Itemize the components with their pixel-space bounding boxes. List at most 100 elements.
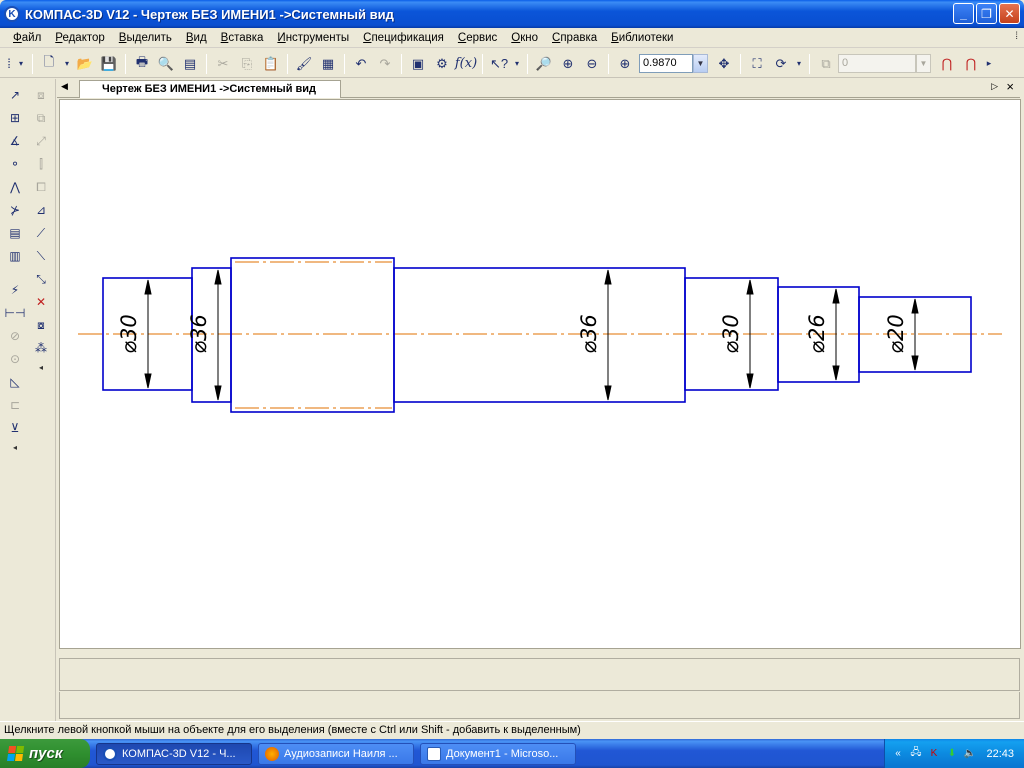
measure-panel-icon[interactable]: ⊁ [4, 200, 26, 220]
symmetry-icon[interactable]: ⫿ [30, 154, 52, 174]
drawing-canvas[interactable]: ⌀30 ⌀36 ⌀36 ⌀30 ⌀26 ⌀20 [59, 99, 1021, 649]
layer-dropdown-icon[interactable]: ▼ [916, 54, 931, 73]
toolbar-separator [401, 53, 402, 74]
close-button[interactable]: ✕ [999, 3, 1020, 24]
zoom-dropdown-icon[interactable]: ▼ [693, 54, 708, 73]
scale-icon[interactable]: ⤢ [30, 131, 52, 151]
menu-specification[interactable]: Спецификация [356, 32, 451, 44]
toolbar-separator [206, 53, 207, 74]
task-word[interactable]: Документ1 - Microso... [420, 742, 576, 765]
context-help-icon[interactable]: ↖? [488, 53, 510, 75]
volume-icon[interactable]: 🔈 [963, 747, 977, 761]
reports-panel-icon[interactable]: ⚡ [4, 280, 26, 300]
menu-file[interactable]: Файл [6, 32, 48, 44]
tray-expand-icon[interactable]: « [891, 747, 905, 761]
new-document-icon[interactable]: 🗋 [38, 53, 60, 75]
associative-views-panel-icon[interactable]: ▥ [4, 246, 26, 266]
save-icon[interactable]: 💾 [98, 53, 120, 75]
copy-icon[interactable]: ⎘ [236, 53, 258, 75]
dim-arrow-3a [604, 269, 612, 285]
snap-magnet-settings-icon[interactable]: ⋂ [960, 53, 982, 75]
snap-magnet-icon[interactable]: ⋂ [936, 53, 958, 75]
trim-two-points-icon[interactable]: ⟍ [30, 246, 52, 266]
menu-libraries[interactable]: Библиотеки [604, 32, 680, 44]
refresh-icon[interactable]: ⟳ [770, 53, 792, 75]
clock[interactable]: 22:43 [986, 748, 1014, 760]
tab-scroll-right-icon[interactable]: ▷ [991, 81, 998, 92]
menu-view[interactable]: Вид [179, 32, 214, 44]
copy-objects-icon[interactable]: ⧠ [30, 177, 52, 197]
copy-properties-icon[interactable]: 🖌 [293, 53, 315, 75]
break-icon[interactable]: ⧇ [30, 315, 52, 335]
menu-select[interactable]: Выделить [112, 32, 179, 44]
minimize-button[interactable]: _ [953, 3, 974, 24]
zoom-out-icon[interactable]: ⊖ [581, 53, 603, 75]
zoom-in-icon[interactable]: ⊕ [557, 53, 579, 75]
delete-part-icon[interactable]: ✕ [30, 292, 52, 312]
tab-close-icon[interactable]: × [1006, 79, 1014, 94]
menu-edit[interactable]: Редактор [48, 32, 112, 44]
move-icon[interactable]: ⧈ [30, 85, 52, 105]
toolbar-options-icon[interactable]: ▾ [15, 53, 27, 75]
editing-panel-icon[interactable]: ⚬ [4, 154, 26, 174]
pan-icon[interactable]: ✥ [713, 53, 735, 75]
macro-panel-icon[interactable]: ⊙ [4, 349, 26, 369]
symbols-panel-icon[interactable]: ∡ [4, 131, 26, 151]
menu-window[interactable]: Окно [504, 32, 545, 44]
spec-panel-icon[interactable] [4, 269, 26, 277]
rotate-icon[interactable]: ⧉ [30, 108, 52, 128]
cut-objects-icon[interactable]: ⁂ [30, 338, 52, 358]
start-button[interactable]: пуск [0, 739, 90, 768]
dim-text-4: ⌀30 [719, 314, 743, 353]
open-folder-icon[interactable]: 📂 [74, 53, 96, 75]
variables-icon[interactable]: ⚙ [431, 53, 453, 75]
deform-icon[interactable]: ⊿ [30, 200, 52, 220]
maximize-button[interactable]: ❐ [976, 3, 997, 24]
download-icon[interactable]: ⬇ [945, 747, 959, 761]
help-dropdown-icon[interactable]: ▾ [512, 53, 522, 75]
function-icon[interactable]: f(x) [455, 53, 477, 75]
print-icon[interactable]: 🖶 [131, 53, 153, 75]
menu-service[interactable]: Сервис [451, 32, 504, 44]
properties-icon[interactable]: ▦ [317, 53, 339, 75]
geometry-panel-icon[interactable]: ↗ [4, 85, 26, 105]
menu-help[interactable]: Справка [545, 32, 604, 44]
select-panel-icon[interactable]: ▤ [4, 223, 26, 243]
dimensions-panel-icon[interactable]: ⊞ [4, 108, 26, 128]
layer-icon[interactable]: ⧉ [815, 53, 837, 75]
manager-icon[interactable]: ▣ [407, 53, 429, 75]
redo-icon[interactable]: ↷ [374, 53, 396, 75]
zoom-window-icon[interactable]: 🔎 [533, 53, 555, 75]
zoom-scale-input[interactable]: 0.9870 [639, 54, 693, 73]
roughness-tool-icon[interactable]: ⊻ [4, 418, 26, 438]
cut-icon[interactable]: ✂ [212, 53, 234, 75]
show-all-icon[interactable]: ⛶ [746, 53, 768, 75]
toolbar-more-icon[interactable]: ◂ [30, 361, 52, 373]
task-firefox[interactable]: Аудиозаписи Наиля ... [258, 742, 414, 765]
print-preview-settings-icon[interactable]: ▤ [179, 53, 201, 75]
toolbar-more-icon[interactable]: ▸ [984, 53, 994, 75]
paste-icon[interactable]: 📋 [260, 53, 282, 75]
insert-panel-icon[interactable]: ⊢⊣ [4, 303, 26, 323]
print-preview-icon[interactable]: 🔍 [155, 53, 177, 75]
zoom-scale-icon[interactable]: ⊕ [614, 53, 636, 75]
menu-tools[interactable]: Инструменты [270, 32, 356, 44]
extend-icon[interactable]: ⤡ [30, 269, 52, 289]
frame-tool-icon[interactable]: ⊏ [4, 395, 26, 415]
panel-more-icon[interactable]: ◂ [4, 441, 26, 453]
angle-tool-icon[interactable]: ◺ [4, 372, 26, 392]
refresh-dropdown-icon[interactable]: ▾ [794, 53, 804, 75]
fragment-panel-icon[interactable]: ⊘ [4, 326, 26, 346]
tab-scroll-left-icon[interactable]: ◀ [61, 81, 68, 92]
parametrization-panel-icon[interactable]: ⋀ [4, 177, 26, 197]
task-kompas[interactable]: КОМПАС-3D V12 - Ч... [96, 742, 252, 765]
new-dropdown-icon[interactable]: ▾ [62, 53, 72, 75]
trim-curve-icon[interactable]: ⟋ [30, 223, 52, 243]
menu-insert[interactable]: Вставка [214, 32, 271, 44]
layer-select[interactable]: 0 [838, 54, 916, 73]
undo-icon[interactable]: ↶ [350, 53, 372, 75]
tab-drawing[interactable]: Чертеж БЕЗ ИМЕНИ1 ->Системный вид [79, 80, 341, 98]
network-icon[interactable]: 🖧 [909, 747, 923, 761]
antivirus-icon[interactable]: K [927, 747, 941, 761]
dimension-lines [144, 269, 919, 401]
